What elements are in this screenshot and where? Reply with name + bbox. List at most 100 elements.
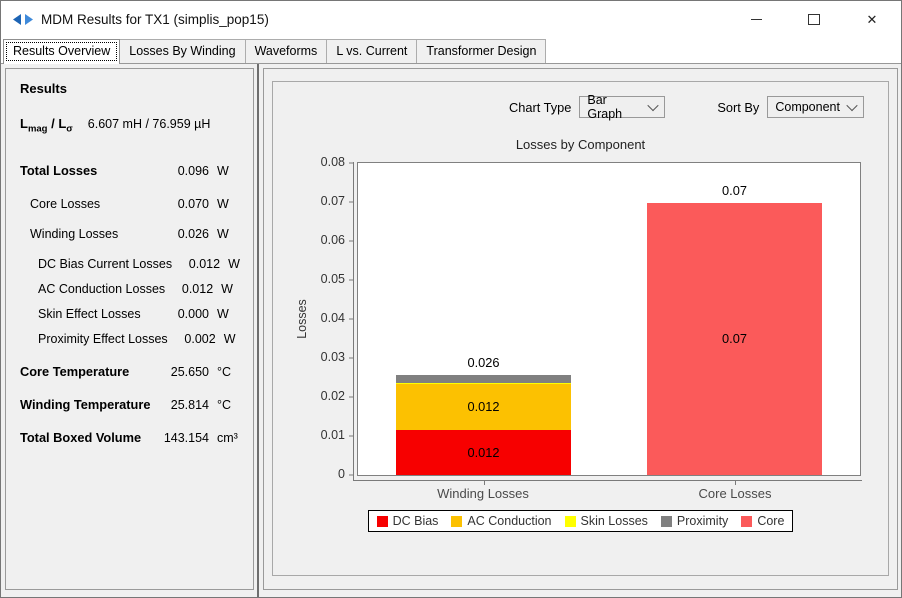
y-tick-mark	[349, 241, 353, 242]
result-row-value: 0.012	[165, 280, 213, 299]
legend-label: AC Conduction	[467, 514, 551, 528]
legend-label: DC Bias	[393, 514, 439, 528]
y-tick-mark	[349, 163, 353, 164]
legend-label: Core	[757, 514, 784, 528]
inductance-row: Lmag / Lσ 6.607 mH / 76.959 µH	[20, 116, 245, 135]
x-category-label: Winding Losses	[357, 486, 609, 501]
bar-slot: 0.012 0.012 0.026	[358, 163, 609, 475]
legend-swatch	[741, 516, 752, 527]
bar-total-label: 0.026	[358, 355, 609, 370]
results-rows: Total Losses0.096WCore Losses0.070WWindi…	[20, 161, 245, 448]
result-row-label: Proximity Effect Losses	[38, 330, 168, 349]
bar-winding-losses: 0.012 0.012	[396, 163, 572, 475]
result-row: Winding Losses0.026W	[20, 225, 245, 244]
y-tick-mark	[349, 475, 353, 476]
result-row-value: 0.070	[161, 195, 209, 214]
sort-by-group: Sort By Component	[717, 96, 864, 118]
tab-results-overview[interactable]: Results Overview	[3, 39, 120, 64]
chart-controls-row: Chart Type Bar Graph Sort By Component	[509, 96, 888, 118]
result-row-value: 0.096	[161, 162, 209, 181]
result-row-unit: W	[209, 162, 245, 181]
legend-swatch	[377, 516, 388, 527]
title-bar: MDM Results for TX1 (simplis_pop15) ✕	[1, 1, 901, 37]
y-tick-label: 0.01	[321, 428, 345, 442]
chart-title: Losses by Component	[273, 137, 888, 152]
maximize-button[interactable]	[785, 1, 843, 37]
result-row-unit: W	[209, 305, 245, 324]
legend-item: Core	[741, 514, 784, 528]
legend-item: Proximity	[661, 514, 728, 528]
result-row-label: Winding Losses	[30, 225, 118, 244]
legend-label: Skin Losses	[581, 514, 648, 528]
bar-segment-label: 0.012	[467, 445, 499, 460]
close-button[interactable]: ✕	[843, 1, 901, 37]
result-row: AC Conduction Losses0.012W	[20, 280, 245, 299]
result-row-label: Winding Temperature	[20, 395, 150, 414]
y-tick-mark	[349, 358, 353, 359]
result-row-unit: °C	[209, 396, 245, 415]
minimize-button[interactable]	[727, 1, 785, 37]
chart-type-select[interactable]: Bar Graph	[579, 96, 665, 118]
maximize-icon	[808, 14, 820, 25]
results-heading: Results	[20, 81, 245, 96]
bar-segment: 0.012	[396, 430, 572, 475]
y-axis-title: Losses	[293, 162, 311, 476]
sort-by-select[interactable]: Component	[767, 96, 864, 118]
minimize-icon	[751, 19, 762, 20]
tab-transformer-design[interactable]: Transformer Design	[416, 39, 546, 63]
legend-row: DC Bias AC Conduction Skin Losses Proximity…	[273, 510, 888, 532]
result-row: Total Boxed Volume143.154cm³	[20, 428, 245, 448]
tab-losses-by-winding[interactable]: Losses By Winding	[119, 39, 245, 63]
bar-segment: 0.012	[396, 383, 572, 430]
result-row-value: 25.650	[161, 363, 209, 382]
inductance-value: 6.607 mH / 76.959 µH	[88, 117, 211, 131]
chevron-down-icon	[648, 100, 659, 111]
result-row: Total Losses 0.096W	[20, 161, 245, 181]
result-row: Skin Effect Losses0.000W	[20, 305, 245, 324]
result-row-unit: W	[213, 280, 245, 299]
content-area: Results Lmag / Lσ 6.607 mH / 76.959 µH T…	[1, 64, 901, 597]
y-tick-mark	[349, 319, 353, 320]
y-tick-label: 0.04	[321, 311, 345, 325]
tab-l-vs-current[interactable]: L vs. Current	[326, 39, 417, 63]
tab-bar: Results OverviewLosses By WindingWavefor…	[1, 37, 901, 64]
result-row-unit: W	[216, 330, 245, 349]
plot-area: 0.0120.0120.0260.070.07	[357, 162, 861, 476]
result-row: DC Bias Current Losses0.012W	[20, 255, 245, 274]
chevron-down-icon	[847, 100, 858, 111]
result-row-label: Total Losses	[20, 161, 97, 180]
bar-core-losses: 0.07	[647, 163, 823, 475]
result-row: Proximity Effect Losses0.002W	[20, 330, 245, 349]
result-row-label: AC Conduction Losses	[38, 280, 165, 299]
result-row-unit: W	[209, 195, 245, 214]
result-row: Core Losses0.070W	[20, 195, 245, 214]
panel-splitter[interactable]	[254, 68, 263, 590]
app-icon	[13, 13, 33, 26]
legend-label: Proximity	[677, 514, 728, 528]
result-row: Winding Temperature25.814°C	[20, 395, 245, 415]
result-row-label: Total Boxed Volume	[20, 428, 141, 447]
result-row-value: 0.002	[168, 330, 216, 349]
results-panel: Results Lmag / Lσ 6.607 mH / 76.959 µH T…	[5, 68, 254, 590]
chart-type-group: Chart Type Bar Graph	[509, 96, 665, 118]
legend-item: AC Conduction	[451, 514, 551, 528]
legend-swatch	[451, 516, 462, 527]
chart-panel: Chart Type Bar Graph Sort By Component	[272, 81, 889, 576]
chart-body: Losses 00.010.020.030.040.050.060.070.08…	[293, 162, 861, 476]
tab-waveforms[interactable]: Waveforms	[245, 39, 328, 63]
bar-segment	[396, 375, 572, 383]
result-row-label: Core Temperature	[20, 362, 129, 381]
sort-by-label: Sort By	[717, 100, 759, 115]
y-tick-label: 0.06	[321, 233, 345, 247]
x-axis-labels: Winding LossesCore Losses	[357, 486, 861, 501]
legend-swatch	[565, 516, 576, 527]
result-row-unit: cm³	[209, 429, 245, 448]
mdm-results-window: MDM Results for TX1 (simplis_pop15) ✕ Re…	[0, 0, 902, 598]
result-row-label: Skin Effect Losses	[38, 305, 141, 324]
result-row: Core Temperature25.650°C	[20, 362, 245, 382]
y-tick-label: 0.02	[321, 389, 345, 403]
inductance-label: Lmag / Lσ	[20, 116, 73, 135]
y-tick-label: 0.03	[321, 350, 345, 364]
y-tick-label: 0	[338, 467, 345, 481]
result-row-unit: W	[209, 225, 245, 244]
